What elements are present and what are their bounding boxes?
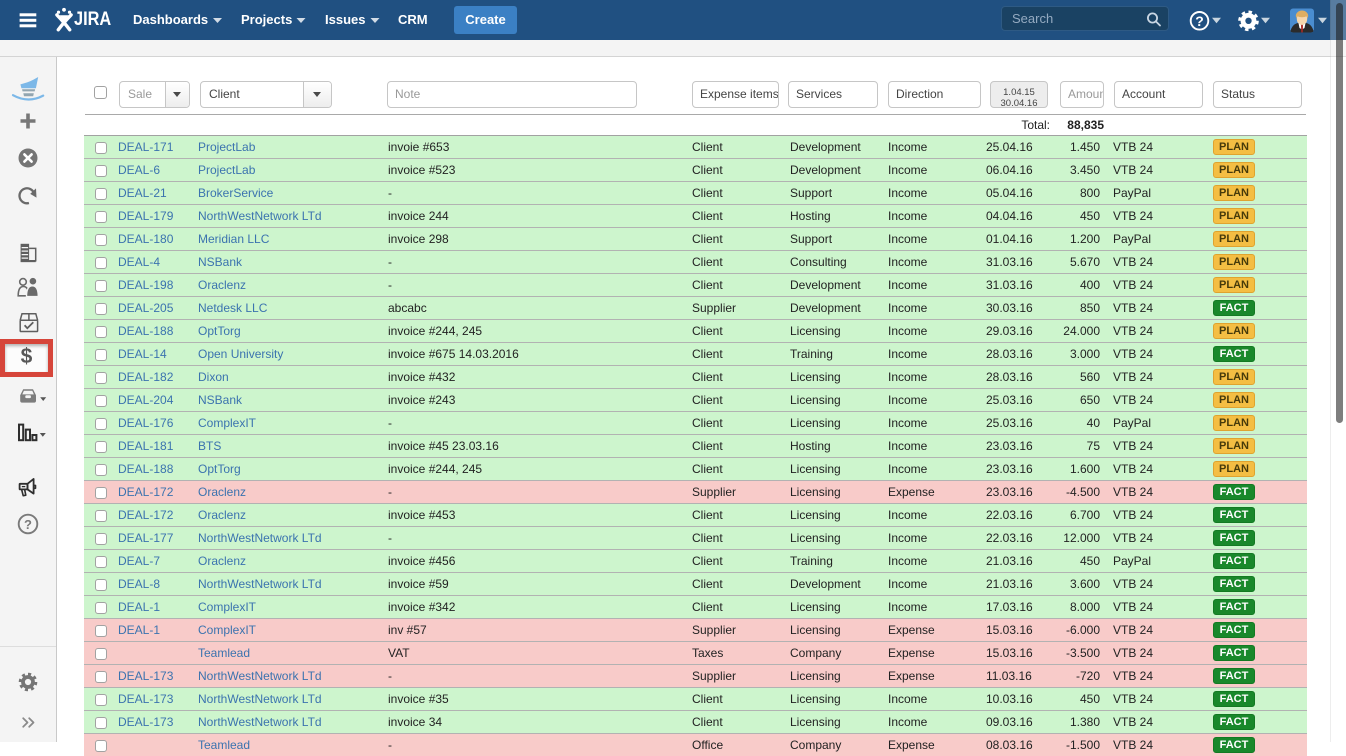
- svg-text:?: ?: [1195, 13, 1204, 29]
- svg-text:?: ?: [24, 517, 32, 532]
